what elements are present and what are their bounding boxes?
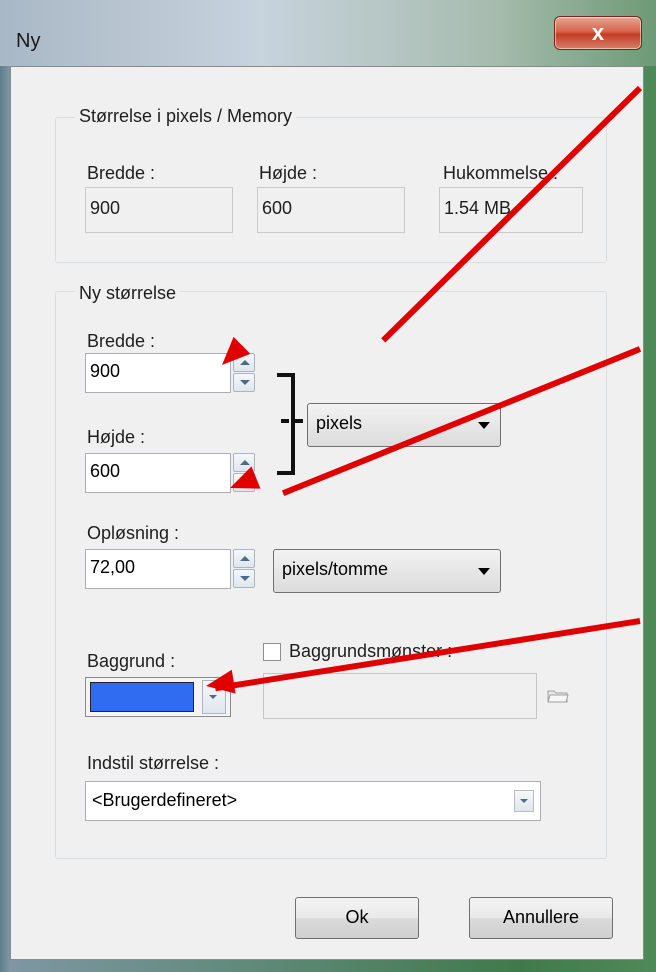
resolution-spin-down-button[interactable]	[233, 569, 255, 588]
width-label: Bredde :	[87, 331, 156, 351]
arrow-up-icon	[240, 460, 250, 465]
memory-group-legend: Størrelse i pixels / Memory	[75, 106, 297, 127]
annotation-arrowhead-3	[204, 669, 236, 698]
unit-select-value: pixels	[316, 413, 363, 433]
resolution-label: Opløsning :	[87, 523, 180, 543]
dialog-client-area: Størrelse i pixels / Memory Bredde : 900…	[10, 66, 644, 960]
close-icon: x	[591, 20, 605, 45]
width-input[interactable]: 900	[85, 353, 231, 393]
arrow-down-icon	[240, 576, 250, 581]
cancel-button[interactable]: Annullere	[469, 897, 613, 939]
link-bracket-stem	[281, 419, 289, 423]
preset-size-dropdown-button[interactable]	[514, 790, 534, 812]
current-height-value: 600	[257, 187, 405, 233]
resolution-unit-select[interactable]: pixels/tomme	[273, 549, 501, 593]
chevron-down-icon	[478, 422, 490, 429]
current-width-label: Bredde :	[87, 163, 156, 183]
preset-size-value: <Brugerdefineret>	[92, 790, 238, 810]
background-pattern-checkbox[interactable]	[263, 643, 281, 661]
preset-size-select[interactable]: <Brugerdefineret>	[85, 781, 541, 821]
folder-icon[interactable]	[547, 689, 569, 703]
ok-button[interactable]: Ok	[295, 897, 419, 939]
resolution-input[interactable]: 72,00	[85, 549, 231, 589]
background-pattern-field[interactable]	[263, 673, 537, 719]
resolution-spinner[interactable]	[233, 549, 255, 589]
link-bracket-icon	[277, 373, 295, 475]
background-label: Baggrund :	[87, 651, 176, 671]
current-width-value: 900	[85, 187, 233, 233]
window-title: Ny	[16, 30, 41, 52]
preset-size-label: Indstil størrelse :	[87, 753, 220, 773]
new-size-group-legend: Ny størrelse	[75, 283, 181, 304]
link-bracket-stem-left	[291, 419, 303, 423]
background-color-swatch	[90, 682, 194, 712]
close-button[interactable]: x	[554, 16, 642, 50]
resolution-unit-select-value: pixels/tomme	[282, 559, 389, 579]
chevron-down-icon	[478, 568, 490, 575]
arrow-up-icon	[240, 556, 250, 561]
arrow-down-icon	[240, 380, 250, 385]
height-input[interactable]: 600	[85, 453, 231, 493]
chevron-down-icon	[520, 799, 528, 803]
title-bar[interactable]: Ny x	[0, 0, 656, 66]
height-label: Højde :	[87, 427, 146, 447]
resolution-spin-up-button[interactable]	[233, 549, 255, 568]
width-spin-down-button[interactable]	[233, 373, 255, 392]
current-height-label: Højde :	[259, 163, 318, 183]
